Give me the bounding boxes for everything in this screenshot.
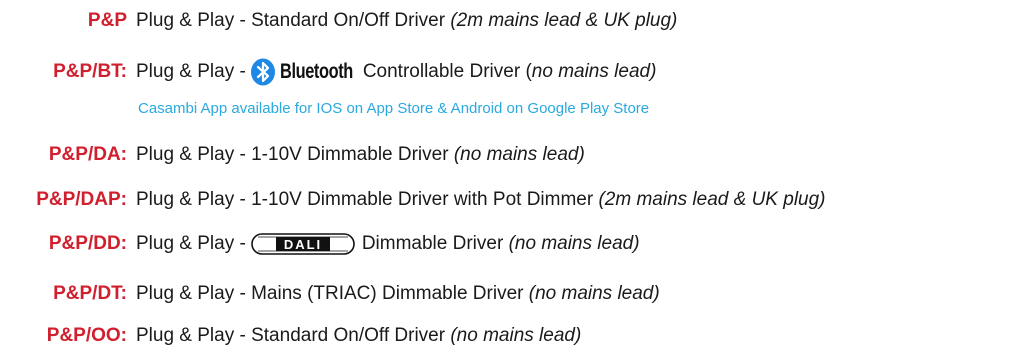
product-description: Plug & Play - Standard On/Off Driver	[136, 325, 446, 346]
product-description: Plug & Play -	[136, 61, 246, 82]
dali-logo-icon: DALI	[251, 233, 355, 255]
product-code: P&P/DT:	[53, 283, 127, 304]
product-note: (no mains lead)	[450, 325, 582, 346]
row-pp-dt: P&P/DT: Plug & Play - Mains (TRIAC) Dimm…	[0, 280, 660, 308]
row-pp-dap: P&P/DAP: Plug & Play - 1-10V Dimmable Dr…	[0, 186, 826, 214]
product-code: P&P/OO:	[46, 325, 127, 346]
product-description: Plug & Play -	[136, 233, 246, 254]
bluetooth-wordmark: Bluetooth	[279, 60, 353, 83]
row-pp-bt: P&P/BT: Plug & Play - Bluetooth Controll…	[0, 58, 656, 86]
product-code: P&P/BT:	[53, 61, 127, 82]
product-note: (2m mains lead & UK plug)	[450, 10, 678, 31]
row-pp-dd: P&P/DD: Plug & Play - DALI Dimmable Driv…	[0, 230, 640, 258]
product-description: Plug & Play - 1-10V Dimmable Driver with…	[136, 189, 594, 210]
product-note: no mains lead)	[531, 61, 657, 82]
product-note: (no mains lead)	[453, 144, 585, 165]
product-note: (no mains lead)	[508, 233, 640, 254]
product-description: Plug & Play - Mains (TRIAC) Dimmable Dri…	[136, 283, 524, 304]
row-pp: P&P Plug & Play - Standard On/Off Driver…	[0, 7, 677, 35]
product-code: P&P/DAP:	[36, 189, 127, 210]
product-description-cont: Dimmable Driver	[361, 233, 504, 254]
casambi-app-note: Casambi App available for IOS on App Sto…	[138, 100, 650, 117]
product-description: Plug & Play - 1-10V Dimmable Driver	[136, 144, 449, 165]
row-pp-da: P&P/DA: Plug & Play - 1-10V Dimmable Dri…	[0, 141, 585, 169]
product-description: Plug & Play - Standard On/Off Driver	[136, 10, 446, 31]
product-description-cont: Controllable Driver (	[362, 61, 532, 82]
bluetooth-icon	[250, 58, 275, 86]
dali-wordmark: DALI	[284, 237, 322, 252]
product-note: (no mains lead)	[528, 283, 660, 304]
product-code: P&P/DA:	[48, 144, 127, 165]
bluetooth-logo: Bluetooth	[250, 58, 360, 86]
product-code: P&P/DD:	[48, 233, 127, 254]
product-code: P&P	[87, 10, 127, 31]
product-note: (2m mains lead & UK plug)	[598, 189, 826, 210]
row-pp-oo: P&P/OO: Plug & Play - Standard On/Off Dr…	[0, 322, 582, 350]
